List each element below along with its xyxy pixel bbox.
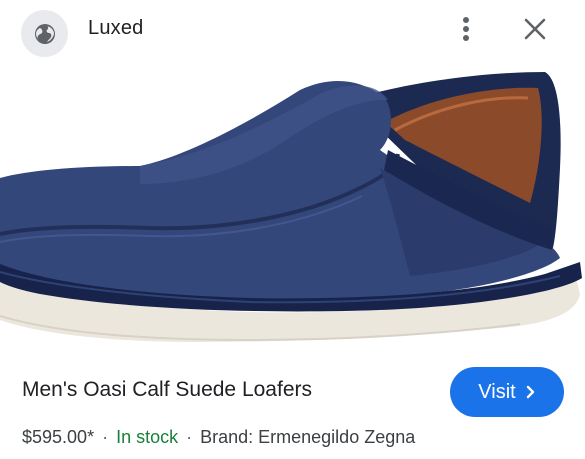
more-options-button[interactable]	[453, 12, 479, 46]
product-meta: $595.00* · In stock · Brand: Ermenegildo Zeg…	[22, 427, 415, 448]
shoe-image	[0, 72, 582, 342]
product-brand: Brand: Ermenegildo Zegna	[200, 427, 416, 447]
chevron-right-icon	[526, 385, 536, 399]
site-name: Luxed	[88, 17, 144, 39]
more-vert-icon	[463, 17, 469, 41]
product-image[interactable]	[0, 58, 585, 350]
globe-icon	[34, 23, 55, 44]
close-button[interactable]	[518, 12, 552, 46]
stock-status: In stock	[116, 427, 179, 447]
separator-dot: ·	[102, 427, 109, 447]
header: Luxed	[0, 0, 585, 58]
product-title[interactable]: Men's Oasi Calf Suede Loafers	[22, 378, 312, 402]
visit-button-label: Visit	[478, 380, 516, 403]
site-favicon	[21, 10, 68, 57]
close-icon	[524, 18, 546, 40]
separator-dot: ·	[186, 427, 193, 447]
product-price: $595.00*	[22, 427, 95, 447]
visit-button[interactable]: Visit	[450, 367, 564, 417]
